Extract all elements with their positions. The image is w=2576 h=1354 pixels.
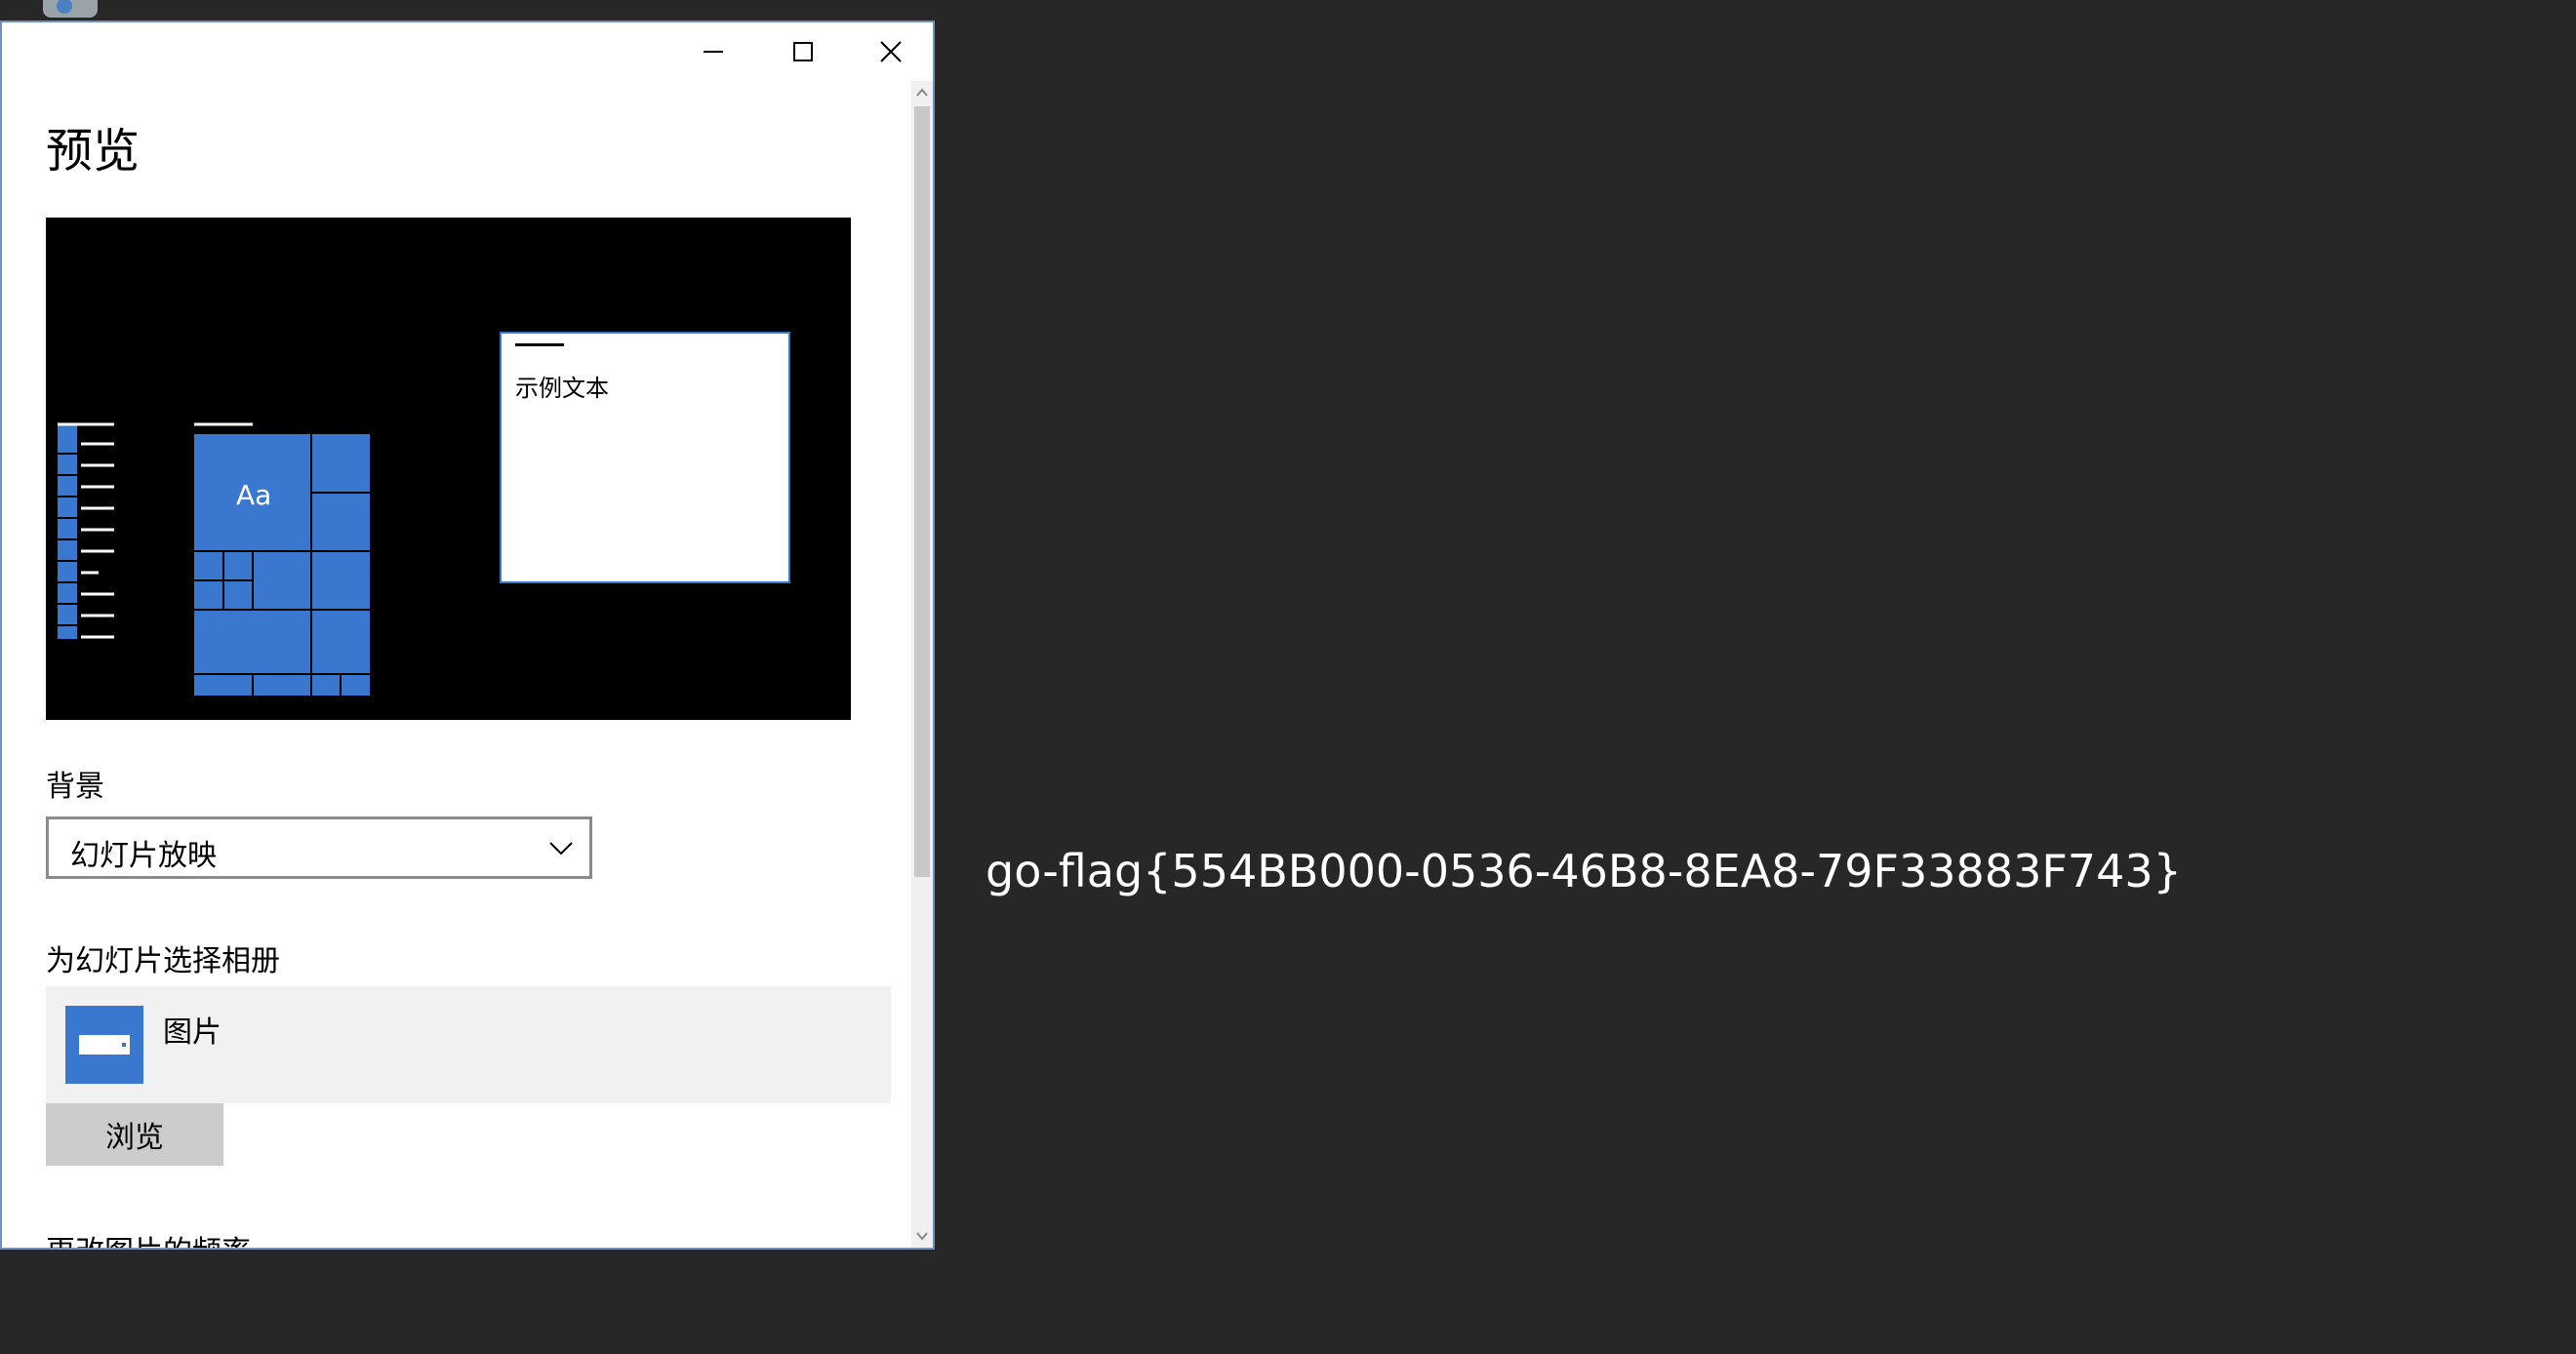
close-icon [880, 41, 902, 62]
background-selected-value: 幻灯片放映 [70, 839, 217, 873]
minimize-button[interactable] [669, 22, 757, 81]
background-dropdown[interactable]: 幻灯片放映 [46, 816, 592, 879]
chevron-down-icon [549, 842, 573, 856]
tile-label: Aa [236, 479, 272, 511]
frequency-label: 更改图片的频率 [46, 1227, 251, 1248]
sample-text: 示例文本 [515, 375, 609, 402]
desktop-flag-text: go-flag{554BB000-0536-46B8-8EA8-79F33883… [986, 845, 2182, 897]
album-item[interactable]: 图片 [46, 986, 891, 1103]
recycle-bin-icon[interactable] [35, 0, 105, 20]
image-folder-icon [65, 1006, 143, 1084]
maximize-icon [793, 42, 813, 61]
album-name: 图片 [163, 1016, 221, 1050]
album-label: 为幻灯片选择相册 [46, 944, 280, 978]
browse-button[interactable]: 浏览 [46, 1103, 223, 1166]
theme-preview: Aa 示例文本 [46, 218, 851, 720]
page-title: 预览 [46, 124, 141, 179]
vertical-scrollbar[interactable] [911, 81, 933, 1248]
maximize-button[interactable] [759, 22, 847, 81]
title-bar[interactable] [2, 22, 933, 81]
sample-window-bar [515, 343, 564, 346]
background-label: 背景 [46, 770, 104, 804]
scroll-down-icon[interactable] [911, 1224, 933, 1248]
scroll-thumb[interactable] [914, 106, 930, 877]
close-button[interactable] [847, 22, 933, 81]
settings-window: 预览 Aa 示例文本 背景 幻灯片放映 为幻灯片选择相册 图片 浏览 [0, 20, 935, 1250]
sample-window: 示例文本 [500, 332, 790, 583]
scroll-up-icon[interactable] [911, 81, 933, 104]
minimize-icon [704, 51, 723, 53]
